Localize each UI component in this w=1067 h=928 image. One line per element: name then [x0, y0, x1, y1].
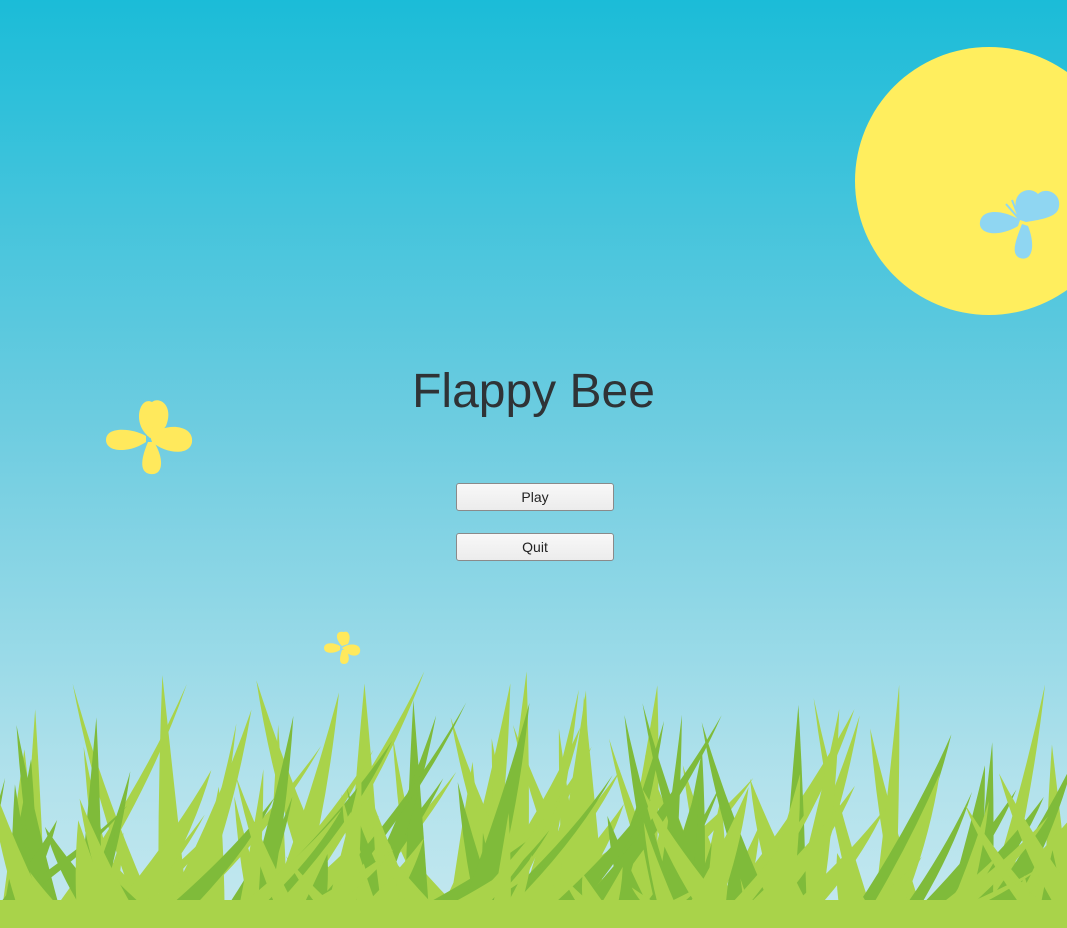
game-scene: Flappy Bee Play Quit: [0, 0, 1067, 928]
grass-foreground: [0, 671, 1067, 928]
